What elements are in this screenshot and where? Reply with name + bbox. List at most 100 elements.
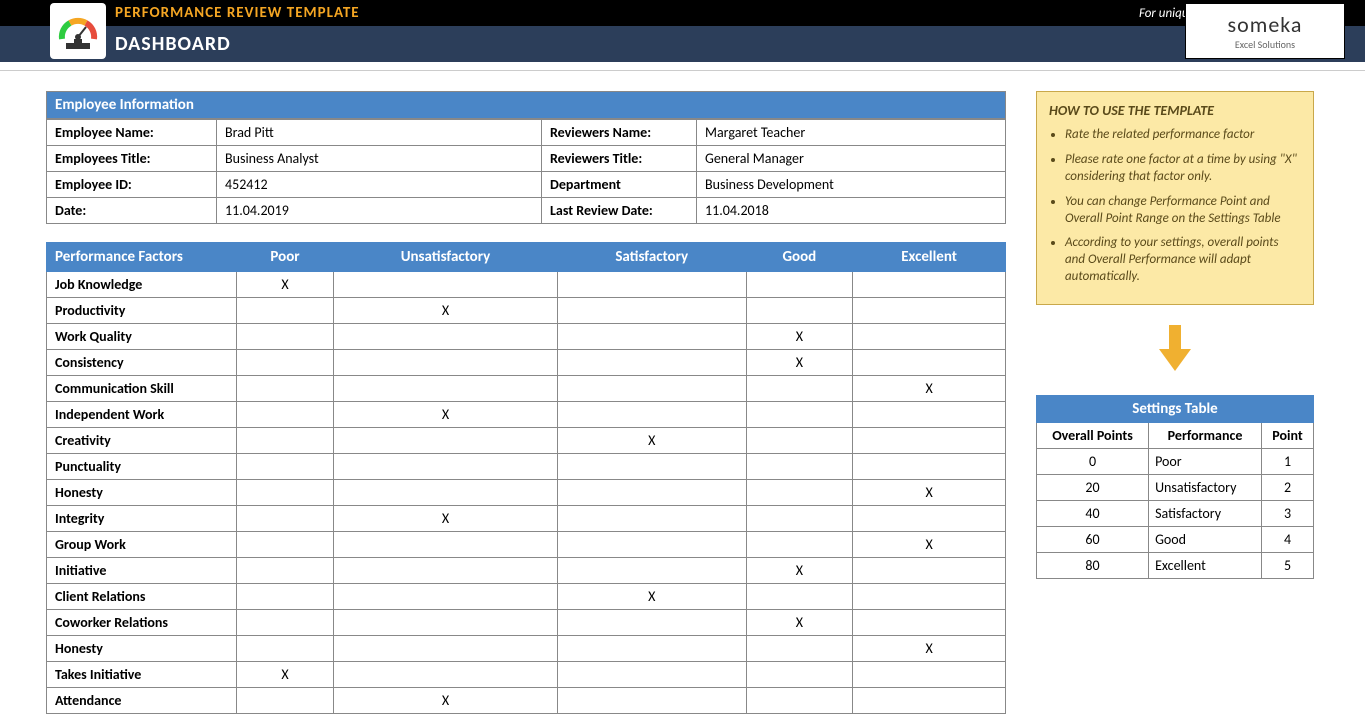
rating-cell[interactable]: X xyxy=(853,636,1006,662)
rating-cell[interactable] xyxy=(746,428,853,454)
rating-cell[interactable] xyxy=(853,506,1006,532)
rating-cell[interactable] xyxy=(853,662,1006,688)
rating-cell[interactable] xyxy=(557,688,746,714)
point-cell[interactable]: 2 xyxy=(1262,475,1314,501)
rating-cell[interactable] xyxy=(334,636,558,662)
field-value[interactable]: General Manager xyxy=(697,146,1006,172)
rating-cell[interactable]: X xyxy=(334,506,558,532)
point-cell[interactable]: 5 xyxy=(1262,553,1314,579)
rating-cell[interactable] xyxy=(746,454,853,480)
performance-cell[interactable]: Unsatisfactory xyxy=(1149,475,1262,501)
overall-points-cell[interactable]: 0 xyxy=(1037,449,1149,475)
rating-cell[interactable]: X xyxy=(746,558,853,584)
point-cell[interactable]: 3 xyxy=(1262,501,1314,527)
brand-logo[interactable]: someka Excel Solutions xyxy=(1185,3,1345,59)
field-value[interactable]: 11.04.2019 xyxy=(217,198,542,224)
rating-cell[interactable] xyxy=(334,584,558,610)
rating-cell[interactable] xyxy=(237,376,334,402)
rating-cell[interactable] xyxy=(557,272,746,298)
rating-cell[interactable] xyxy=(334,324,558,350)
rating-cell[interactable] xyxy=(557,558,746,584)
rating-cell[interactable] xyxy=(746,506,853,532)
rating-cell[interactable] xyxy=(746,402,853,428)
rating-cell[interactable] xyxy=(237,480,334,506)
rating-cell[interactable] xyxy=(746,272,853,298)
rating-cell[interactable]: X xyxy=(746,610,853,636)
rating-cell[interactable] xyxy=(853,428,1006,454)
field-value[interactable]: 452412 xyxy=(217,172,542,198)
performance-cell[interactable]: Satisfactory xyxy=(1149,501,1262,527)
rating-cell[interactable]: X xyxy=(557,584,746,610)
rating-cell[interactable] xyxy=(746,480,853,506)
rating-cell[interactable] xyxy=(853,324,1006,350)
rating-cell[interactable] xyxy=(853,688,1006,714)
overall-points-cell[interactable]: 80 xyxy=(1037,553,1149,579)
rating-cell[interactable] xyxy=(853,402,1006,428)
field-value[interactable]: Business Development xyxy=(697,172,1006,198)
rating-cell[interactable] xyxy=(334,350,558,376)
rating-cell[interactable] xyxy=(557,506,746,532)
rating-cell[interactable] xyxy=(237,428,334,454)
rating-cell[interactable] xyxy=(557,402,746,428)
rating-cell[interactable]: X xyxy=(853,532,1006,558)
rating-cell[interactable] xyxy=(746,298,853,324)
rating-cell[interactable] xyxy=(237,506,334,532)
rating-cell[interactable]: X xyxy=(746,350,853,376)
rating-cell[interactable] xyxy=(557,298,746,324)
rating-cell[interactable] xyxy=(334,376,558,402)
rating-cell[interactable] xyxy=(334,610,558,636)
rating-cell[interactable]: X xyxy=(237,662,334,688)
field-value[interactable]: Business Analyst xyxy=(217,146,542,172)
rating-cell[interactable] xyxy=(237,454,334,480)
rating-cell[interactable]: X xyxy=(334,402,558,428)
rating-cell[interactable] xyxy=(237,298,334,324)
rating-cell[interactable] xyxy=(334,558,558,584)
overall-points-cell[interactable]: 40 xyxy=(1037,501,1149,527)
rating-cell[interactable]: X xyxy=(853,480,1006,506)
rating-cell[interactable] xyxy=(557,610,746,636)
rating-cell[interactable] xyxy=(746,688,853,714)
rating-cell[interactable] xyxy=(746,584,853,610)
rating-cell[interactable] xyxy=(237,610,334,636)
rating-cell[interactable] xyxy=(237,558,334,584)
rating-cell[interactable] xyxy=(557,532,746,558)
rating-cell[interactable]: X xyxy=(334,298,558,324)
point-cell[interactable]: 1 xyxy=(1262,449,1314,475)
rating-cell[interactable] xyxy=(853,558,1006,584)
rating-cell[interactable] xyxy=(237,636,334,662)
rating-cell[interactable] xyxy=(237,584,334,610)
rating-cell[interactable]: X xyxy=(334,688,558,714)
rating-cell[interactable] xyxy=(746,532,853,558)
rating-cell[interactable]: X xyxy=(853,376,1006,402)
rating-cell[interactable] xyxy=(746,662,853,688)
rating-cell[interactable] xyxy=(334,480,558,506)
rating-cell[interactable] xyxy=(237,532,334,558)
rating-cell[interactable] xyxy=(557,480,746,506)
rating-cell[interactable] xyxy=(334,272,558,298)
field-value[interactable]: 11.04.2018 xyxy=(697,198,1006,224)
rating-cell[interactable] xyxy=(237,688,334,714)
rating-cell[interactable] xyxy=(237,402,334,428)
rating-cell[interactable] xyxy=(853,584,1006,610)
rating-cell[interactable] xyxy=(557,454,746,480)
performance-cell[interactable]: Poor xyxy=(1149,449,1262,475)
rating-cell[interactable] xyxy=(557,662,746,688)
rating-cell[interactable] xyxy=(557,636,746,662)
overall-points-cell[interactable]: 20 xyxy=(1037,475,1149,501)
rating-cell[interactable]: X xyxy=(557,428,746,454)
rating-cell[interactable] xyxy=(746,376,853,402)
rating-cell[interactable] xyxy=(237,350,334,376)
rating-cell[interactable] xyxy=(557,324,746,350)
overall-points-cell[interactable]: 60 xyxy=(1037,527,1149,553)
rating-cell[interactable] xyxy=(334,428,558,454)
field-value[interactable]: Margaret Teacher xyxy=(697,120,1006,146)
rating-cell[interactable] xyxy=(853,454,1006,480)
performance-cell[interactable]: Good xyxy=(1149,527,1262,553)
rating-cell[interactable] xyxy=(853,350,1006,376)
rating-cell[interactable] xyxy=(853,610,1006,636)
rating-cell[interactable] xyxy=(334,454,558,480)
rating-cell[interactable] xyxy=(334,532,558,558)
field-value[interactable]: Brad Pitt xyxy=(217,120,542,146)
performance-cell[interactable]: Excellent xyxy=(1149,553,1262,579)
rating-cell[interactable] xyxy=(557,350,746,376)
